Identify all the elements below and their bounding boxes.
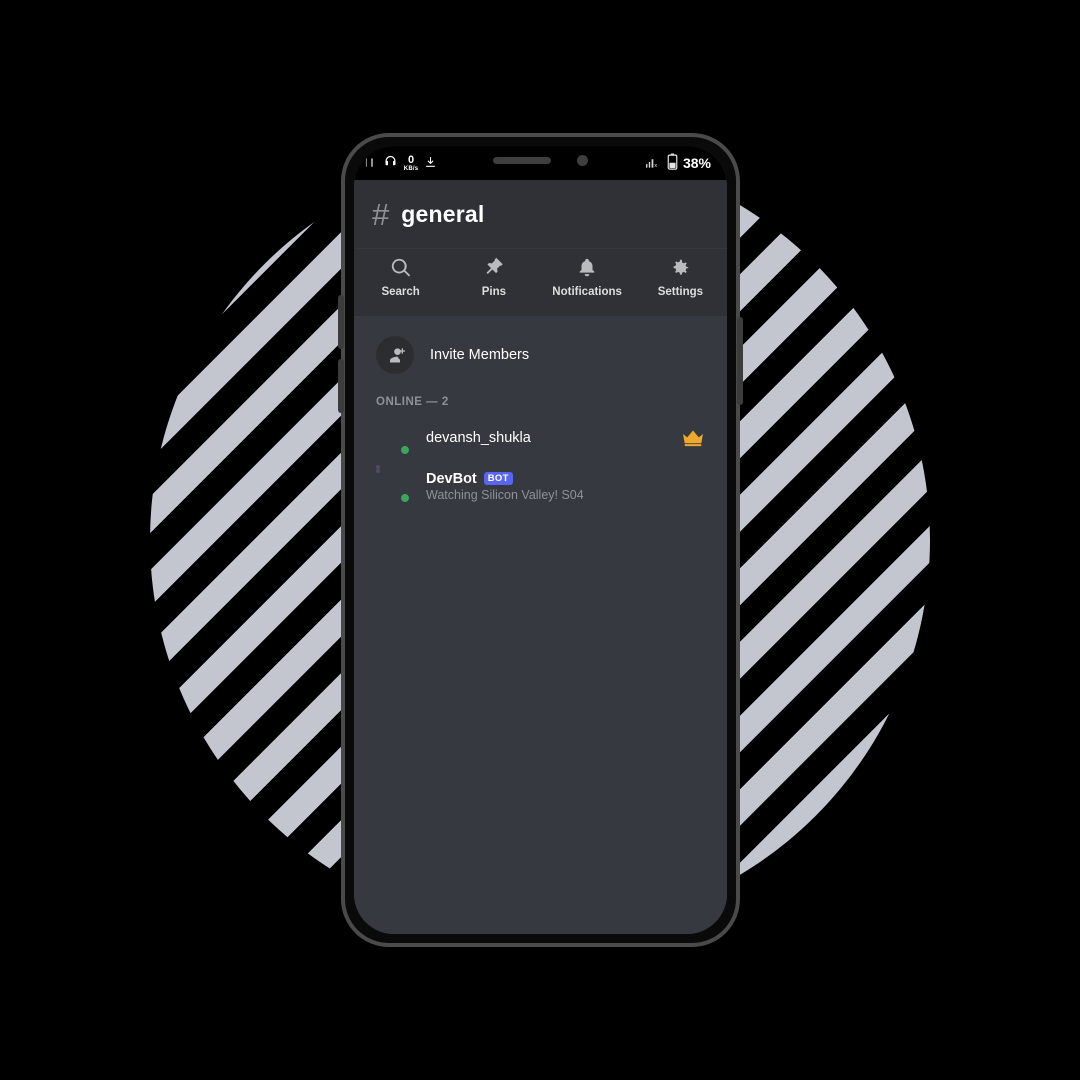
tab-settings[interactable]: Settings [634, 257, 727, 298]
front-camera-icon [577, 154, 588, 166]
member-name: DevBot [426, 470, 477, 487]
member-name-line: devansh_shukla [426, 430, 531, 446]
svg-text:x: x [654, 162, 657, 168]
tab-notifications-label: Notifications [552, 286, 622, 298]
phone-screen: ▏▎ 0 KB/s x 38% # general Search Pins No… [354, 146, 727, 934]
tab-search-label: Search [381, 286, 420, 298]
member-name: devansh_shukla [426, 430, 531, 446]
person-add-icon [376, 336, 414, 374]
status-bar: ▏▎ 0 KB/s x 38% [354, 146, 727, 180]
status-bar-right: x 38% [644, 153, 727, 173]
power-button[interactable] [737, 317, 743, 405]
invite-members-label: Invite Members [430, 347, 530, 363]
member-text: DevBot BOT Watching Silicon Valley! S04 [426, 471, 584, 502]
bell-icon [576, 257, 598, 279]
tab-search[interactable]: Search [354, 257, 447, 298]
volume-down-button[interactable] [338, 359, 344, 413]
download-icon [424, 155, 437, 172]
page-title: general [401, 200, 485, 227]
display-notch [456, 146, 625, 174]
member-activity-status: Watching Silicon Valley! S04 [426, 487, 584, 502]
carrier-signal-icon: ▏▎ [366, 160, 377, 167]
member-name-line: DevBot BOT [426, 471, 584, 487]
channel-header: # general [354, 180, 727, 248]
avatar [376, 465, 411, 504]
signal-no-service-icon: x [644, 155, 662, 172]
status-bar-left: ▏▎ 0 KB/s [354, 154, 437, 172]
network-speed-value: 0 [407, 153, 415, 166]
avatar [376, 421, 411, 456]
search-icon [390, 257, 412, 279]
volume-up-button[interactable] [338, 295, 344, 349]
online-status-dot [399, 492, 411, 504]
tab-settings-label: Settings [657, 286, 704, 298]
tab-pins-label: Pins [481, 286, 507, 298]
online-section-header: ONLINE — 2 [376, 396, 449, 408]
network-speed-indicator: 0 KB/s [403, 153, 419, 172]
headphone-icon [383, 154, 398, 172]
bot-badge: BOT [483, 472, 513, 485]
tab-pins[interactable]: Pins [447, 257, 540, 298]
phone-device-frame: ▏▎ 0 KB/s x 38% # general Search Pins No… [338, 133, 743, 947]
member-text: devansh_shukla [426, 430, 531, 446]
list-item[interactable]: DevBot BOT Watching Silicon Valley! S04 [354, 462, 727, 510]
gear-icon [669, 257, 691, 279]
network-speed-unit: KB/s [403, 165, 419, 172]
hash-icon: # [372, 196, 390, 232]
earpiece-speaker [493, 156, 551, 164]
tab-notifications[interactable]: Notifications [541, 257, 634, 298]
battery-icon [667, 153, 678, 173]
online-status-dot [399, 444, 411, 456]
crown-icon [681, 428, 705, 448]
member-list: Invite Members ONLINE — 2 devansh_shukla [354, 316, 727, 934]
channel-action-tabs: Search Pins Notifications Settings [354, 248, 727, 316]
pin-icon [483, 257, 505, 279]
battery-percentage: 38% [682, 155, 711, 171]
list-item[interactable]: devansh_shukla [354, 414, 727, 462]
invite-members-button[interactable]: Invite Members [354, 328, 727, 382]
